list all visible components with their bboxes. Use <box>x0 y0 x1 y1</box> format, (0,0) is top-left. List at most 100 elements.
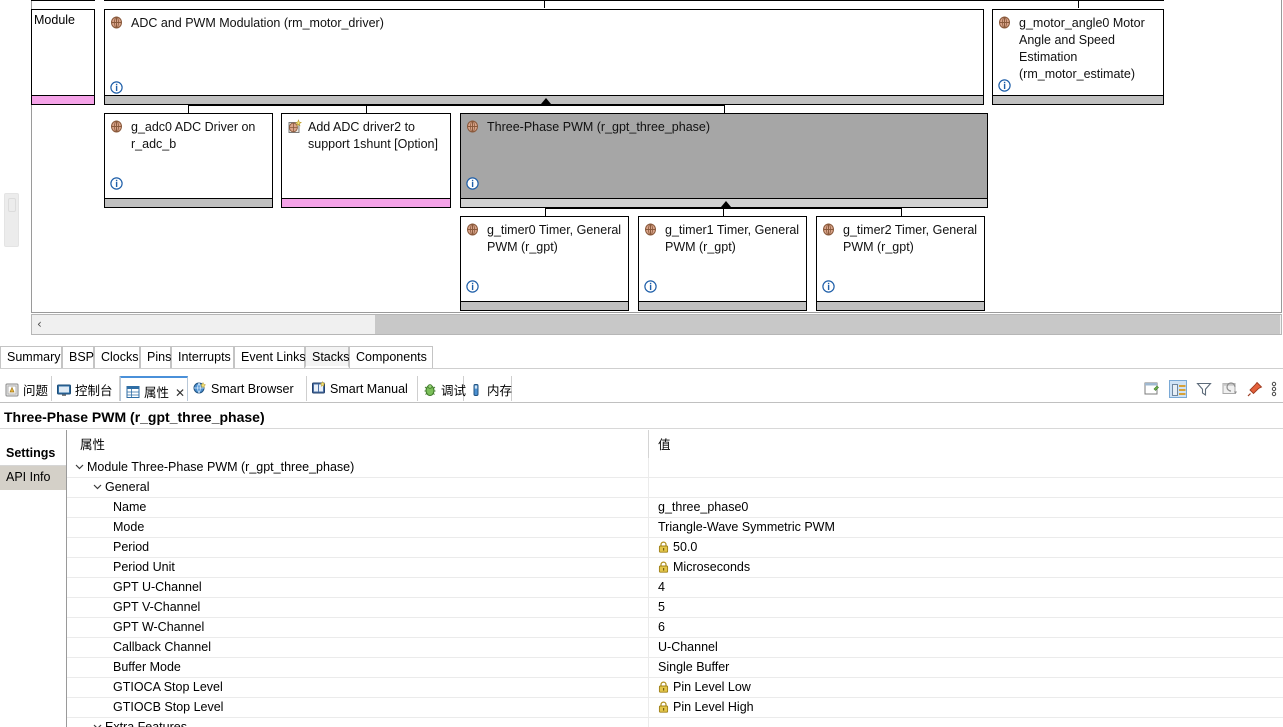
property-name-cell[interactable]: Extra Features <box>67 718 187 727</box>
diagram-box-timer0[interactable]: g_timer0 Timer, General PWM (r_gpt) <box>460 216 629 311</box>
property-name-cell[interactable]: GTIOCB Stop Level <box>67 698 223 717</box>
property-name-cell[interactable]: Name <box>67 498 146 517</box>
info-icon[interactable] <box>110 177 123 190</box>
side-tab-api-info[interactable]: API Info <box>0 466 66 490</box>
properties-side-tabs[interactable]: Settings API Info <box>0 430 67 727</box>
property-value-cell[interactable]: Triangle-Wave Symmetric PWM <box>653 518 835 537</box>
side-tab-settings[interactable]: Settings <box>0 442 66 466</box>
row-column-divider <box>648 678 649 697</box>
twisty-expanded-icon[interactable] <box>75 458 84 470</box>
info-icon[interactable] <box>822 280 835 293</box>
properties-table[interactable]: 属性 值 Module Three-Phase PWM (r_gpt_three… <box>67 430 1283 727</box>
diagram-box-timer1[interactable]: g_timer1 Timer, General PWM (r_gpt) <box>638 216 807 311</box>
table-row[interactable]: Module Three-Phase PWM (r_gpt_three_phas… <box>67 458 1283 478</box>
table-row[interactable]: Period 50.0 <box>67 538 1283 558</box>
tab-components[interactable]: Components <box>349 346 433 368</box>
property-value-cell[interactable]: U-Channel <box>653 638 718 657</box>
property-value-cell[interactable] <box>653 478 658 497</box>
column-divider[interactable] <box>648 430 649 458</box>
smart-browser-icon <box>192 380 208 396</box>
view-tab-console[interactable]: 控制台 <box>52 376 120 401</box>
diagram-horizontal-scrollbar[interactable]: ‹ <box>31 314 1282 335</box>
table-row[interactable]: GTIOCA Stop Level Pin Level Low <box>67 678 1283 698</box>
column-header-value[interactable]: 值 <box>653 430 671 458</box>
table-row[interactable]: Buffer Mode Single Buffer <box>67 658 1283 678</box>
configuration-tab-bar[interactable]: Summary BSP Clocks Pins Interrupts Event… <box>0 346 1283 369</box>
property-value-cell[interactable]: 50.0 <box>653 538 697 557</box>
show-categories-icon[interactable] <box>1169 380 1187 398</box>
view-tab-problems[interactable]: 问题 <box>0 376 52 401</box>
property-name-cell[interactable]: Callback Channel <box>67 638 211 657</box>
tab-clocks[interactable]: Clocks <box>94 346 140 368</box>
filter-icon[interactable] <box>1195 380 1213 398</box>
property-name-cell[interactable]: General <box>67 478 149 497</box>
property-value-cell[interactable]: 5 <box>653 598 665 617</box>
table-row[interactable]: Mode Triangle-Wave Symmetric PWM <box>67 518 1283 538</box>
property-value-text: 50.0 <box>673 540 698 554</box>
property-name-cell[interactable]: GPT W-Channel <box>67 618 204 637</box>
table-row[interactable]: Callback Channel U-Channel <box>67 638 1283 658</box>
property-value-cell[interactable]: 6 <box>653 618 665 637</box>
property-value-cell[interactable] <box>653 458 658 477</box>
table-row[interactable]: GPT V-Channel 5 <box>67 598 1283 618</box>
info-icon[interactable] <box>466 280 479 293</box>
property-name-cell[interactable]: Module Three-Phase PWM (r_gpt_three_phas… <box>67 458 354 477</box>
property-name-cell[interactable]: Buffer Mode <box>67 658 181 677</box>
view-menu-icon[interactable] <box>1269 380 1279 398</box>
view-toolbar[interactable] <box>1133 378 1279 400</box>
stacks-diagram-canvas[interactable]: ADE 2024/2/1 ADE 2024/2/1 2024/2/1 2024/… <box>0 0 1283 340</box>
restore-icon[interactable] <box>1221 380 1239 398</box>
view-tab-smart-manual[interactable]: Smart Manual <box>307 376 418 401</box>
diagram-box-adc-pwm-modulation[interactable]: ADC and PWM Modulation (rm_motor_driver) <box>104 9 984 105</box>
tab-interrupts[interactable]: Interrupts <box>171 346 234 368</box>
property-name-cell[interactable]: Period <box>67 538 149 557</box>
view-tab-smart-browser[interactable]: Smart Browser <box>188 376 307 401</box>
view-tab-memory[interactable]: 内存 <box>464 376 512 401</box>
pin-icon[interactable] <box>1246 380 1264 398</box>
property-value-cell[interactable] <box>653 718 658 727</box>
info-icon[interactable] <box>998 79 1011 92</box>
tab-bsp[interactable]: BSP <box>62 346 94 368</box>
new-view-icon[interactable] <box>1143 380 1161 398</box>
tab-summary[interactable]: Summary <box>0 346 62 368</box>
twisty-expanded-icon[interactable] <box>93 478 102 490</box>
view-tab-properties[interactable]: 属性 ✕ <box>120 376 188 401</box>
diagram-box-add-adc-driver2[interactable]: Add ADC driver2 to support 1shunt [Optio… <box>281 113 451 208</box>
table-row[interactable]: GPT W-Channel 6 <box>67 618 1283 638</box>
property-value-cell[interactable]: Single Buffer <box>653 658 729 677</box>
info-icon[interactable] <box>110 81 123 94</box>
diagram-box-adc0[interactable]: g_adc0 ADC Driver on r_adc_b <box>104 113 273 208</box>
property-value-cell[interactable]: Microseconds <box>653 558 750 577</box>
table-row[interactable]: Name g_three_phase0 <box>67 498 1283 518</box>
diagram-box-timer2[interactable]: g_timer2 Timer, General PWM (r_gpt) <box>816 216 985 311</box>
table-row[interactable]: Period Unit Microseconds <box>67 558 1283 578</box>
property-value-cell[interactable]: Pin Level Low <box>653 678 751 697</box>
diagram-box-motor-angle[interactable]: g_motor_angle0 Motor Angle and Speed Est… <box>992 9 1164 105</box>
table-row[interactable]: Extra Features <box>67 718 1283 727</box>
tab-event-links[interactable]: Event Links <box>234 346 306 368</box>
table-row[interactable]: General <box>67 478 1283 498</box>
table-row[interactable]: GTIOCB Stop Level Pin Level High <box>67 698 1283 718</box>
diagram-box-three-phase-pwm[interactable]: Three-Phase PWM (r_gpt_three_phase) <box>460 113 988 208</box>
property-value-cell[interactable]: g_three_phase0 <box>653 498 748 517</box>
scroll-left-icon[interactable]: ‹ <box>37 318 42 331</box>
scrollbar-thumb[interactable] <box>375 315 1280 334</box>
property-name-cell[interactable]: Mode <box>67 518 144 537</box>
diagram-vertical-scrollbar[interactable] <box>4 193 19 247</box>
property-value-cell[interactable]: Pin Level High <box>653 698 754 717</box>
view-tab-bar[interactable]: 问题 控制台 属性 ✕ Smart Browser Smart Manual 调… <box>0 376 1283 403</box>
info-icon[interactable] <box>466 177 479 190</box>
column-header-property[interactable]: 属性 <box>75 430 105 458</box>
close-icon[interactable]: ✕ <box>175 386 185 400</box>
twisty-collapsed-icon[interactable] <box>93 718 102 727</box>
info-icon[interactable] <box>644 280 657 293</box>
tab-stacks[interactable]: Stacks <box>305 346 350 368</box>
tab-pins[interactable]: Pins <box>140 346 171 368</box>
property-value-cell[interactable]: 4 <box>653 578 665 597</box>
table-row[interactable]: GPT U-Channel 4 <box>67 578 1283 598</box>
property-name-cell[interactable]: Period Unit <box>67 558 175 577</box>
view-tab-debug[interactable]: 调试 <box>418 376 466 401</box>
property-name-cell[interactable]: GTIOCA Stop Level <box>67 678 223 697</box>
property-name-cell[interactable]: GPT V-Channel <box>67 598 200 617</box>
property-name-cell[interactable]: GPT U-Channel <box>67 578 202 597</box>
